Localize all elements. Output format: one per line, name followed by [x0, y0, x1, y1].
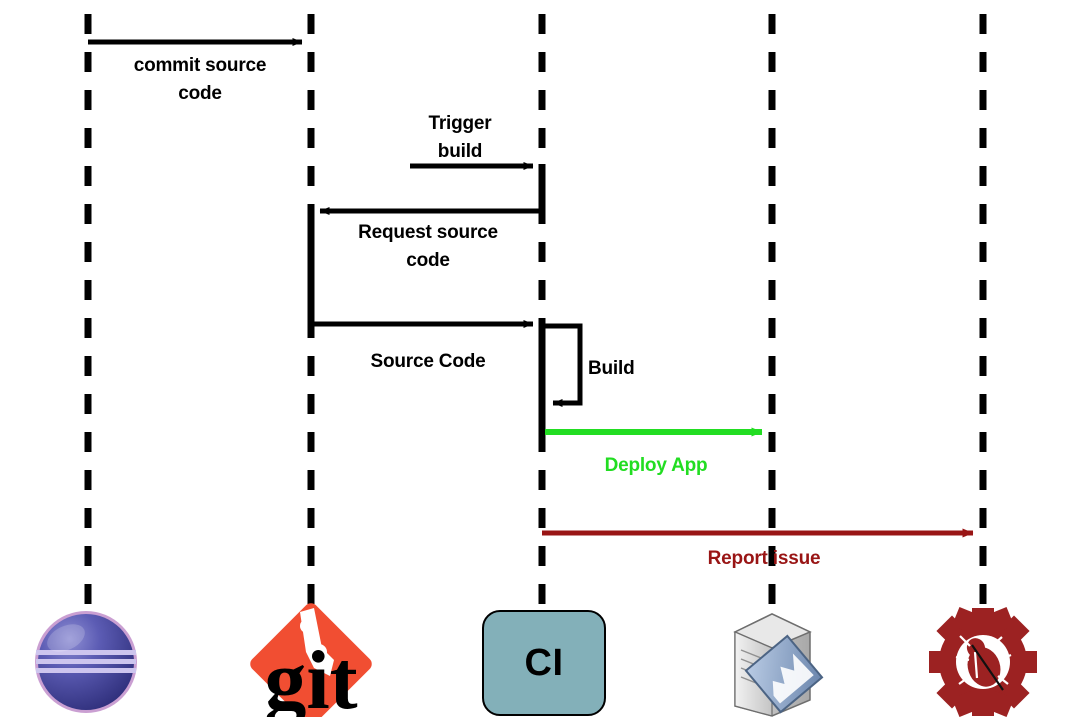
message-label-deploy-app: Deploy App [604, 455, 708, 476]
message-arrow-build-self-loop [544, 323, 583, 407]
message-label-source-code: Source Code [370, 351, 486, 372]
git-logo-icon: git [250, 603, 372, 717]
message-label-report-issue: Report issue [707, 548, 821, 569]
bugzilla-gear-bug-icon [929, 606, 1037, 717]
svg-text:git: git [264, 634, 357, 717]
message-label-commit-source-code: commit source code [133, 55, 267, 104]
eclipse-logo-icon [35, 611, 137, 713]
ci-server-box[interactable]: CI [482, 610, 606, 716]
message-label-trigger-build: Trigger build [428, 113, 492, 162]
message-label-request-source-code: Request source code [358, 222, 498, 271]
server-tower-icon [733, 613, 824, 717]
message-label-build: Build [588, 358, 635, 379]
sequence-diagram-canvas: git CI commit source code Trigger build … [0, 0, 1067, 717]
ci-box-label: CI [524, 641, 564, 684]
